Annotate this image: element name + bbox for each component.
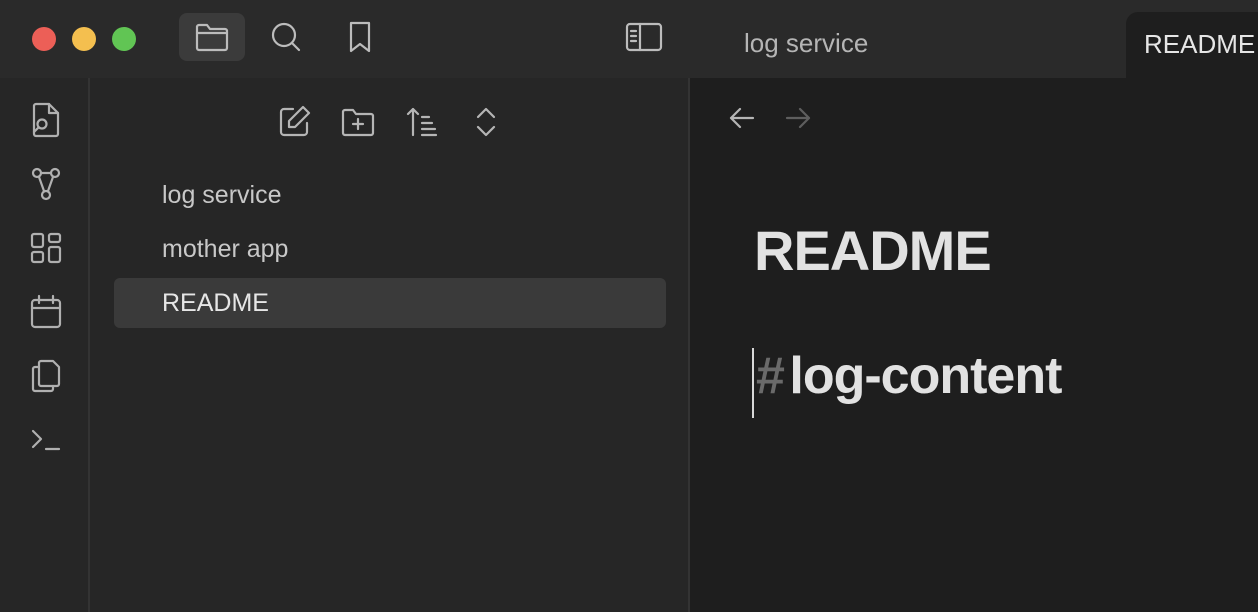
bookmark-icon [349, 21, 371, 53]
note-title[interactable]: README [754, 218, 992, 283]
dashboard-icon [30, 232, 62, 264]
new-note-button[interactable] [272, 100, 316, 144]
arrow-left-icon [729, 107, 755, 129]
left-ribbon [0, 78, 90, 612]
templates-button[interactable] [26, 356, 66, 396]
file-item-label: README [162, 289, 269, 317]
collapse-icon [476, 107, 496, 137]
heading-text: log-content [789, 347, 1062, 405]
editor-pane: README # log-content [690, 78, 1258, 612]
folder-icon [195, 23, 229, 52]
daily-note-button[interactable] [26, 292, 66, 332]
graph-view-button[interactable] [26, 164, 66, 204]
canvas-button[interactable] [26, 228, 66, 268]
arrow-right-icon [785, 107, 811, 129]
new-note-icon [279, 105, 311, 137]
collapse-all-button[interactable] [464, 100, 508, 144]
file-item-readme[interactable]: README [114, 278, 666, 328]
files-view-button[interactable] [179, 13, 245, 61]
file-item-label: mother app [162, 235, 289, 263]
new-folder-button[interactable] [336, 100, 380, 144]
heading-line[interactable]: # log-content [752, 346, 1062, 418]
navigate-back-button[interactable] [722, 98, 762, 138]
file-search-icon [32, 102, 60, 138]
file-explorer: log service mother app README [90, 78, 690, 612]
search-button[interactable] [253, 13, 319, 61]
copy-icon [31, 359, 61, 393]
graph-icon [31, 167, 61, 201]
new-folder-icon [341, 108, 375, 137]
navigate-forward-button[interactable] [778, 98, 818, 138]
window-title: log service [744, 28, 869, 58]
file-item-label: log service [162, 181, 282, 209]
file-item-log-service[interactable]: log service [114, 170, 666, 220]
title-bar: log service README [0, 0, 1258, 78]
heading-marker: # [756, 347, 785, 405]
text-caret [752, 348, 754, 418]
tab-label: README [1144, 29, 1256, 59]
bookmarks-button[interactable] [327, 13, 393, 61]
zoom-window-button[interactable] [112, 27, 136, 51]
terminal-icon [31, 429, 61, 451]
calendar-icon [30, 294, 62, 329]
close-window-button[interactable] [32, 27, 56, 51]
minimize-window-button[interactable] [72, 27, 96, 51]
tab-readme[interactable]: README [1126, 12, 1258, 78]
sort-icon [406, 107, 438, 137]
file-item-mother-app[interactable]: mother app [114, 224, 666, 274]
sort-button[interactable] [400, 100, 444, 144]
command-palette-button[interactable] [26, 420, 66, 460]
search-icon [271, 22, 301, 52]
toggle-sidebar-button[interactable] [611, 13, 677, 61]
sidebar-toggle-icon [625, 22, 663, 52]
quick-switcher-button[interactable] [26, 100, 66, 140]
